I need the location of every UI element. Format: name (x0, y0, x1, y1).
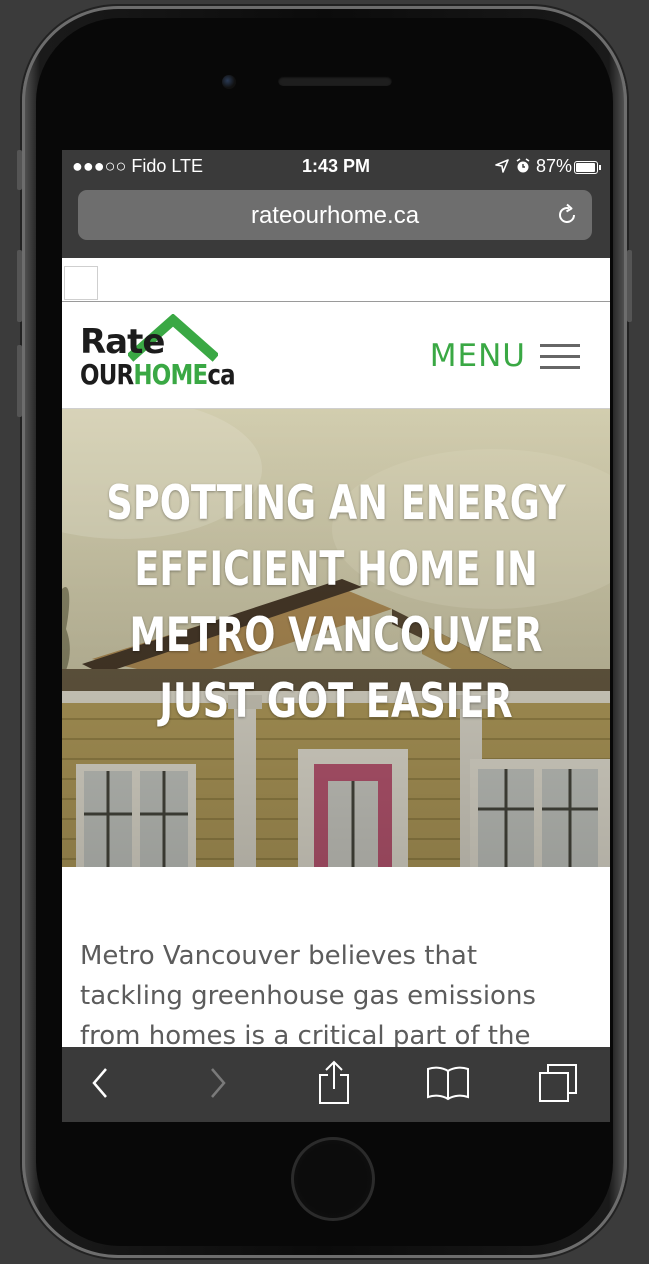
banner-placeholder (62, 258, 610, 302)
site-logo[interactable]: Rate OURHOMEca (80, 314, 280, 400)
logo-ourhome-text: OURHOMEca (80, 358, 236, 391)
status-indicators: 87% (494, 156, 572, 177)
battery-percent: 87% (535, 156, 572, 176)
tabs-icon[interactable] (536, 1059, 584, 1105)
hamburger-icon[interactable] (540, 344, 580, 370)
volume-down-button (17, 345, 22, 417)
share-icon[interactable] (314, 1059, 354, 1105)
mute-switch (17, 150, 22, 190)
address-bar[interactable]: rateourhome.ca (78, 190, 592, 240)
book-icon[interactable] (424, 1063, 472, 1103)
status-bar: ●●●○○ Fido LTE 1:43 PM 87% (62, 150, 610, 186)
logo-rate-text: Rate (80, 322, 165, 362)
chevron-right-icon[interactable] (202, 1063, 232, 1103)
location-icon (495, 159, 509, 173)
hero-headline: SPOTTING AN ENERGY EFFICIENT HOME IN MET… (106, 476, 566, 729)
browser-toolbar (62, 1047, 610, 1122)
alarm-icon (516, 158, 530, 173)
chevron-left-icon[interactable] (86, 1063, 116, 1103)
earpiece-speaker (278, 76, 392, 86)
front-camera (222, 75, 236, 89)
site-header: Rate OURHOMEca MENU (62, 302, 610, 409)
broken-image-placeholder (64, 266, 98, 300)
home-button[interactable] (291, 1137, 375, 1221)
hero-banner: SPOTTING AN ENERGY EFFICIENT HOME IN MET… (62, 409, 610, 867)
reload-icon[interactable] (554, 202, 580, 228)
phone-screen: ●●●○○ Fido LTE 1:43 PM 87% rateourhome.c… (62, 150, 610, 1122)
menu-button[interactable]: MENU (430, 338, 526, 374)
browser-address-area: rateourhome.ca (62, 186, 610, 258)
battery-icon (574, 161, 601, 174)
volume-up-button (17, 250, 22, 322)
power-button (627, 250, 632, 322)
intro-paragraph: Metro Vancouver believes that tackling g… (80, 941, 536, 1051)
url-text: rateourhome.ca (250, 202, 420, 229)
